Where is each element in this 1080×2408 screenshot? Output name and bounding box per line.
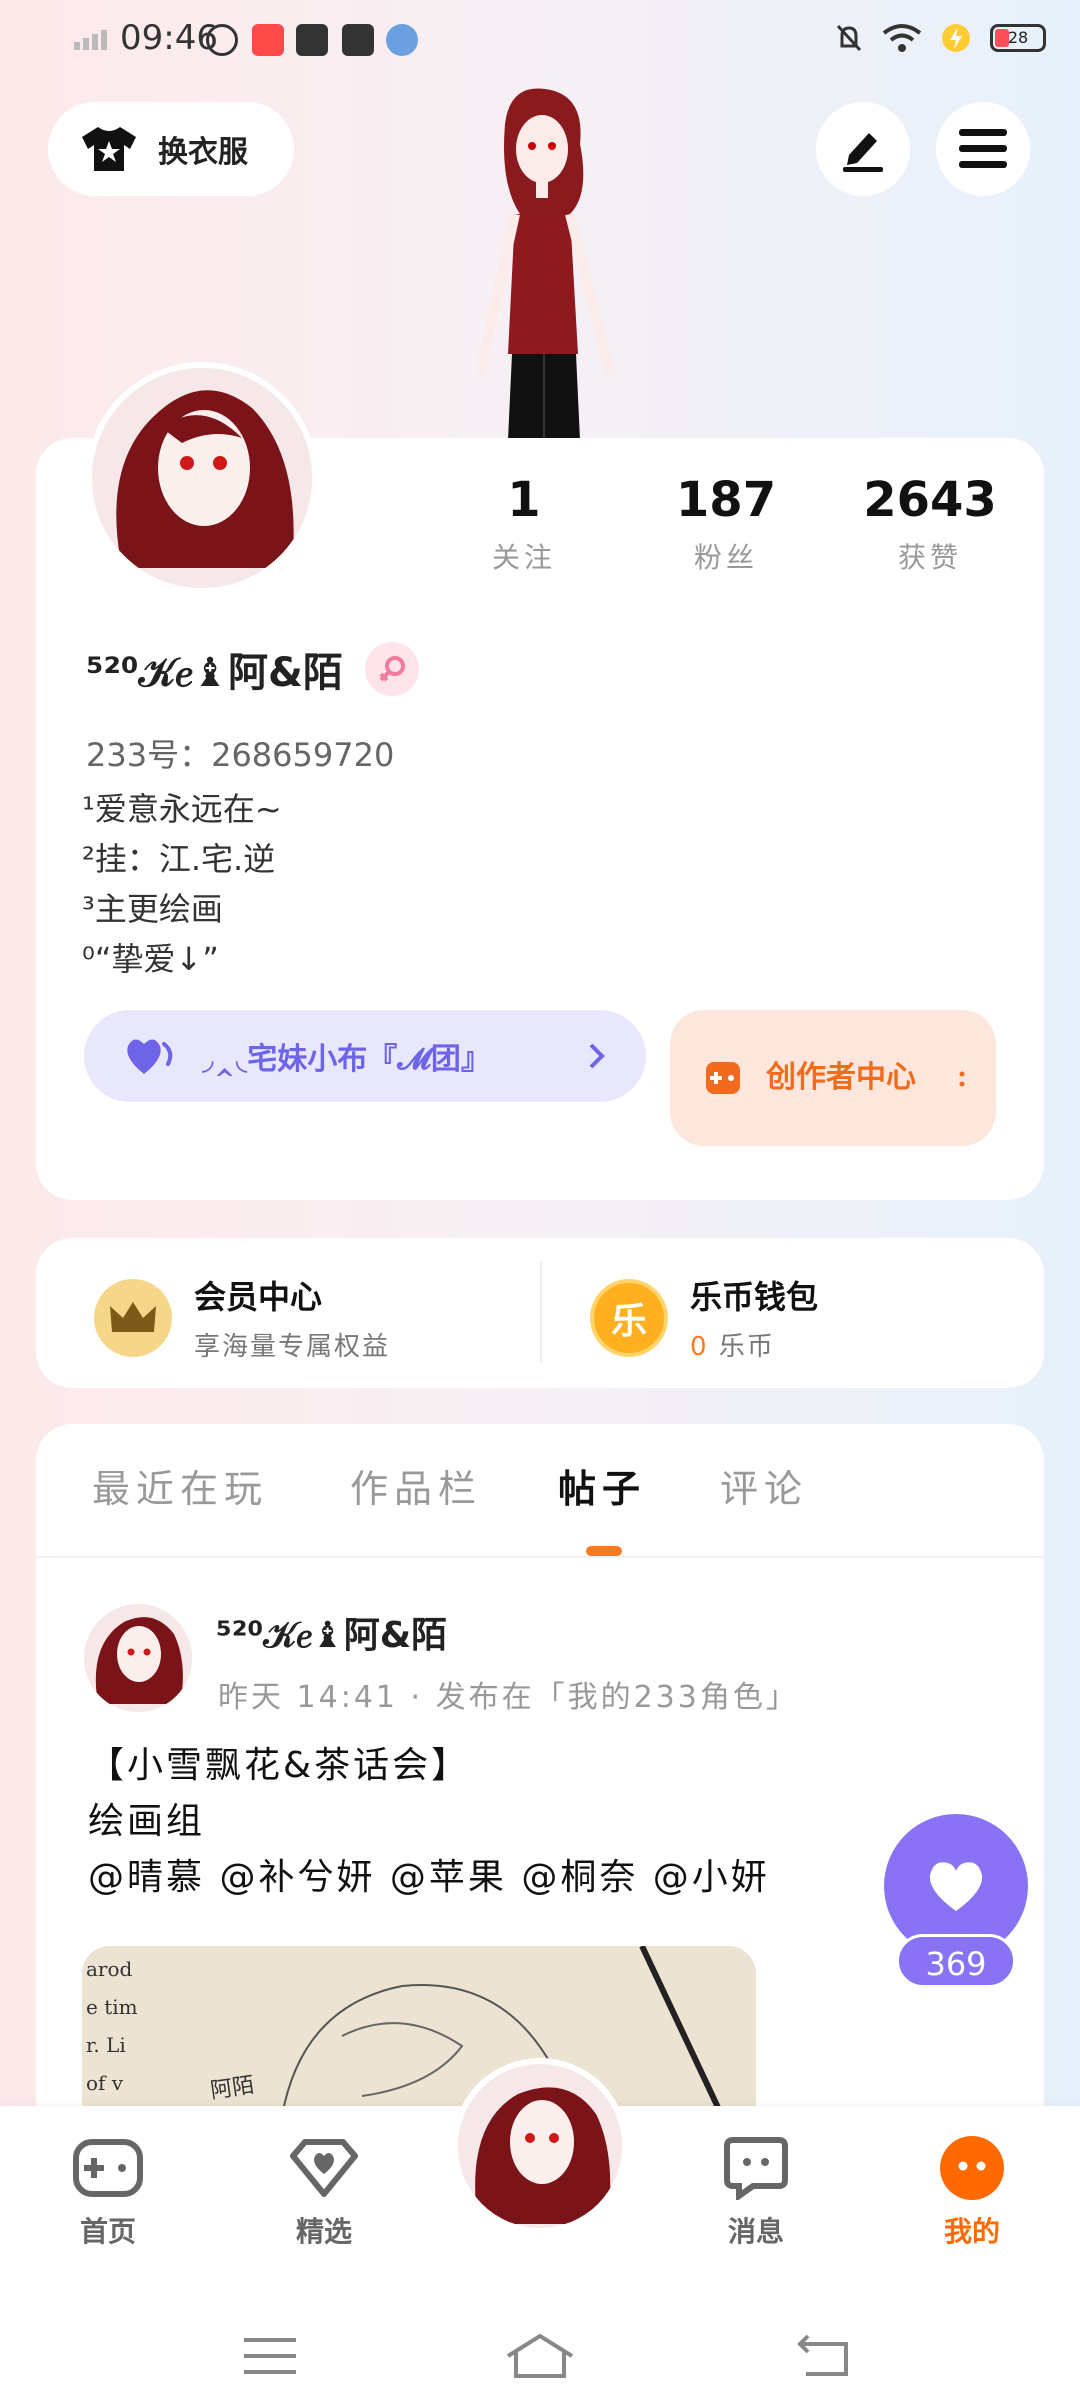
- crown-icon: [94, 1278, 172, 1357]
- coin-icon: 乐: [590, 1278, 668, 1357]
- wallet-title: 乐币钱包: [690, 1278, 819, 1316]
- back-icon[interactable]: [796, 2332, 850, 2378]
- charging-icon: [942, 24, 970, 52]
- wallet-unit: 乐币: [718, 1332, 775, 1362]
- status-right: 28: [834, 22, 1046, 54]
- wallet-amount: 0: [690, 1332, 709, 1362]
- chevron-right-icon: [589, 1043, 605, 1069]
- play-app-icon: [206, 24, 238, 56]
- bio-line: ²挂：江.宅.逆: [82, 840, 276, 878]
- post-line: 绘画组: [88, 1801, 206, 1842]
- me-face-icon: [936, 2132, 1008, 2204]
- home-icon[interactable]: [504, 2332, 576, 2380]
- nav-me-label: 我的: [943, 2215, 1000, 2248]
- post-author-name[interactable]: ⁵²⁰𝒦𝑒♝阿&陌: [216, 1606, 447, 1658]
- creator-label: 创作者中心: [766, 1060, 916, 1095]
- pencil-icon: [843, 133, 883, 172]
- video-app-icon: [342, 24, 374, 56]
- vip-subtitle: 享海量专属权益: [194, 1332, 391, 1362]
- chat-icon: [720, 2132, 792, 2204]
- status-time: 09:46: [120, 18, 218, 58]
- nav-home-label: 首页: [79, 2215, 136, 2248]
- tab-posts[interactable]: 帖子: [558, 1458, 646, 1513]
- nav-featured[interactable]: 精选: [264, 2132, 384, 2250]
- stat-following-label: 关注: [491, 541, 556, 574]
- book-text: arod e tim r. Li of v: [86, 1957, 138, 2095]
- user-id[interactable]: 233号：268659720: [86, 730, 394, 776]
- mute-bell-icon: [836, 24, 862, 52]
- baidu-app-icon: [386, 24, 418, 56]
- stat-likes[interactable]: 2643 获赞: [850, 472, 1010, 576]
- avatar-portrait: [92, 368, 312, 588]
- tab-comments[interactable]: 评论: [720, 1458, 808, 1513]
- stat-likes-value: 2643: [863, 472, 997, 528]
- bio-line: ³主更绘画: [82, 890, 223, 928]
- vip-title: 会员中心: [194, 1278, 323, 1316]
- tshirt-icon: [82, 127, 136, 171]
- nav-home[interactable]: 首页: [48, 2132, 168, 2250]
- vip-center[interactable]: 会员中心 享海量专属权益: [94, 1272, 390, 1363]
- gem-heart-icon: [288, 2132, 360, 2204]
- nav-featured-label: 精选: [295, 2215, 352, 2248]
- gamepad-plus-icon: [706, 1062, 740, 1094]
- post-meta: 昨天 14:41 · 发布在「我的233角色」: [218, 1680, 799, 1715]
- status-bar: 09:46 28: [0, 0, 1080, 84]
- stat-likes-label: 获赞: [897, 541, 962, 574]
- hamburger-icon: [959, 129, 1007, 168]
- tab-works[interactable]: 作品栏: [350, 1458, 482, 1513]
- profile-avatar[interactable]: [86, 362, 318, 594]
- recent-apps-icon[interactable]: [244, 2336, 296, 2376]
- stat-fans-label: 粉丝: [693, 541, 758, 574]
- gamepad-icon: [72, 2132, 144, 2204]
- stat-following-value: 1: [507, 472, 541, 528]
- dressup-character[interactable]: [420, 84, 660, 440]
- news-app-icon: [296, 24, 328, 56]
- bio-line: ¹爱意永远在~: [82, 790, 282, 828]
- bio-line: ⁰“挚爱↓”: [82, 940, 219, 978]
- nav-center-avatar[interactable]: [452, 2058, 628, 2234]
- stat-fans-value: 187: [675, 472, 777, 528]
- username: ⁵²⁰𝒦𝑒♝阿&陌: [86, 650, 343, 696]
- dressup-label: 换衣服: [158, 135, 248, 170]
- battery-icon: 28: [990, 24, 1046, 52]
- more-dots-icon: [959, 1071, 965, 1087]
- heart-group-icon: [127, 1039, 173, 1074]
- tab-indicator: [586, 1546, 622, 1556]
- wallet[interactable]: 乐 乐币钱包 0 乐币: [590, 1272, 818, 1363]
- group-button[interactable]: ◞‸◟宅妹小布『𝓜团』: [84, 1010, 646, 1102]
- heart-icon: [929, 1862, 983, 1911]
- nav-messages-label: 消息: [727, 2215, 784, 2248]
- like-count: 369: [896, 1934, 1016, 1988]
- image-caption: 阿陌: [208, 2073, 256, 2104]
- red-app-icon: [252, 24, 284, 56]
- username-row: ⁵²⁰𝒦𝑒♝阿&陌: [86, 640, 419, 698]
- post-author-avatar[interactable]: [84, 1604, 192, 1712]
- dressup-button[interactable]: 换衣服: [48, 102, 294, 196]
- menu-button[interactable]: [936, 102, 1030, 196]
- member-divider: [540, 1262, 542, 1362]
- post-image[interactable]: arod e tim r. Li of v 阿陌: [82, 1946, 756, 2116]
- nav-me[interactable]: 我的: [912, 2132, 1032, 2250]
- group-label: ◞‸◟宅妹小布『𝓜团』: [202, 1042, 491, 1077]
- nav-messages[interactable]: 消息: [696, 2132, 816, 2250]
- stat-fans[interactable]: 187 粉丝: [646, 472, 806, 576]
- stat-following[interactable]: 1 关注: [444, 472, 604, 576]
- tab-recent[interactable]: 最近在玩: [92, 1458, 268, 1513]
- female-icon: [364, 642, 419, 696]
- signal-icon: [74, 30, 110, 50]
- creator-center-button[interactable]: 创作者中心: [670, 1010, 996, 1146]
- edit-button[interactable]: [816, 102, 910, 196]
- system-nav: [0, 2298, 1080, 2408]
- tab-divider: [36, 1556, 1044, 1558]
- sketch-image: [82, 1946, 756, 2116]
- bio: ¹爱意永远在~ ²挂：江.宅.逆 ³主更绘画 ⁰“挚爱↓”: [82, 784, 282, 984]
- post-line[interactable]: @晴慕 @补兮妍 @苹果 @桐奈 @小妍: [88, 1850, 888, 1906]
- post-text: 【小雪飘花&茶话会】 绘画组 @晴慕 @补兮妍 @苹果 @桐奈 @小妍: [88, 1738, 888, 1906]
- wifi-icon: [882, 24, 922, 52]
- post-line: 【小雪飘花&茶话会】: [88, 1745, 471, 1786]
